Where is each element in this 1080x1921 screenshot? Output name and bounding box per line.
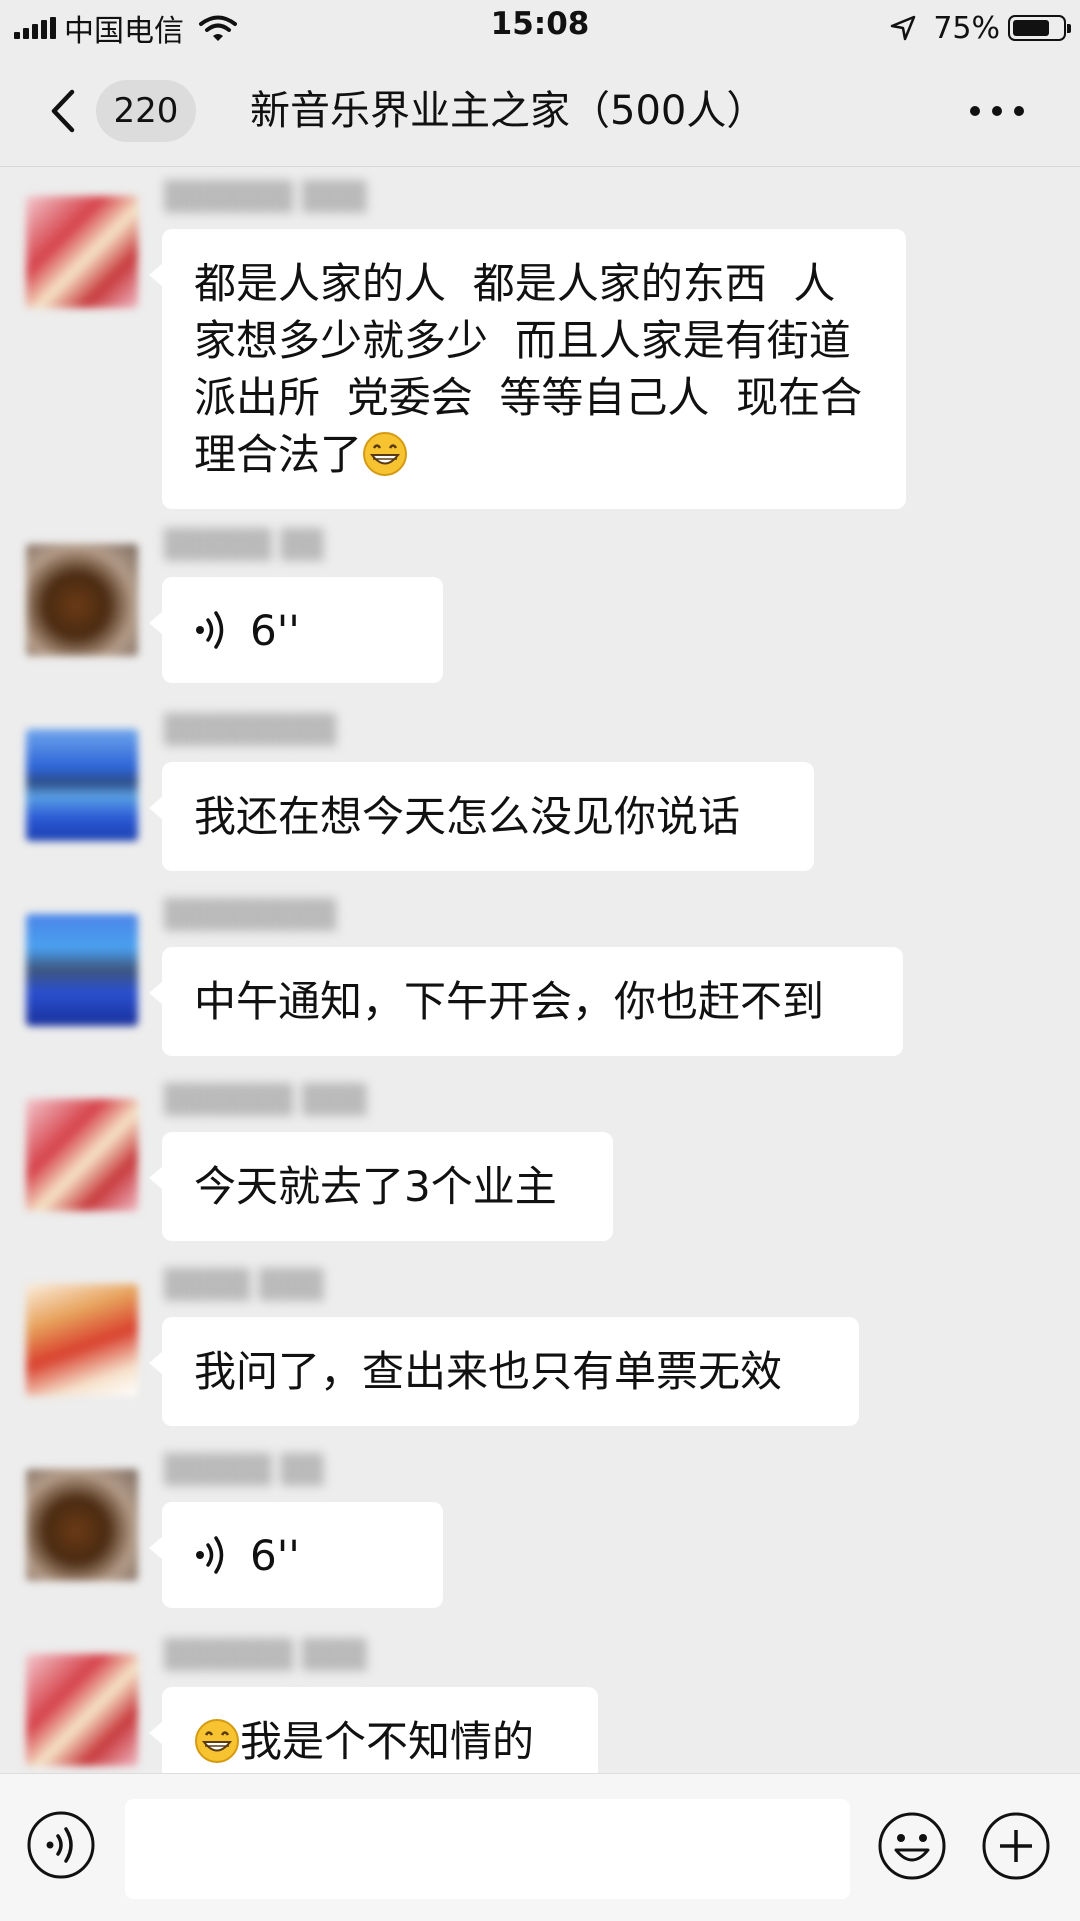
sender-name: ▒▒▒▒▒▒▒▒: [164, 898, 337, 931]
avatar[interactable]: [26, 1654, 138, 1766]
voice-wave-icon: [196, 611, 224, 649]
voice-input-icon[interactable]: [26, 1810, 96, 1880]
plus-circle-icon[interactable]: [980, 1810, 1052, 1882]
message-bubble[interactable]: 我还在想今天怎么没见你说话: [149, 762, 814, 871]
sender-name: ▒▒▒▒▒▒ ▒▒▒: [164, 1083, 367, 1116]
voice-duration: 6'': [250, 605, 300, 655]
message-bubble[interactable]: 我是个不知情的: [149, 1687, 598, 1773]
sender-name: ▒▒▒▒▒ ▒▒: [164, 1453, 324, 1486]
message-bubble[interactable]: 今天就去了3个业主: [149, 1132, 613, 1241]
sender-name: ▒▒▒▒▒▒ ▒▒▒: [164, 180, 367, 213]
voice-wave-icon: [196, 1536, 224, 1574]
message-bubble[interactable]: 我问了，查出来也只有单票无效: [149, 1317, 859, 1426]
message-bubble[interactable]: 都是人家的人 都是人家的东西 人家想多少就多少 而且人家是有街道 派出所 党委会…: [149, 229, 906, 509]
grin-emoji-icon: [195, 1719, 239, 1763]
voice-message-bubble[interactable]: 6'': [149, 577, 443, 683]
avatar[interactable]: [26, 1099, 138, 1211]
message-text: 我问了，查出来也只有单票无效: [194, 1347, 783, 1396]
message-text: 都是人家的人 都是人家的东西 人家想多少就多少 而且人家是有街道 派出所 党委会…: [194, 259, 878, 479]
avatar[interactable]: [26, 914, 138, 1026]
sender-name: ▒▒▒▒▒ ▒▒: [164, 528, 324, 561]
input-bar: [0, 1773, 1080, 1921]
smiley-icon[interactable]: [876, 1810, 948, 1882]
sender-name: ▒▒▒▒▒▒▒▒: [164, 713, 337, 746]
more-dots-icon[interactable]: [966, 96, 1028, 126]
avatar[interactable]: [26, 1284, 138, 1396]
status-bar: 中国电信 15:08 75%: [0, 0, 1080, 56]
message-text: 中午通知，下午开会，你也赶不到: [194, 977, 825, 1026]
voice-duration: 6'': [250, 1530, 300, 1580]
location-arrow-icon: [891, 15, 916, 41]
status-right: 75%: [889, 8, 1071, 48]
avatar[interactable]: [26, 1469, 138, 1581]
message-bubble[interactable]: 中午通知，下午开会，你也赶不到: [149, 947, 903, 1056]
message-text: 我是个不知情的: [240, 1717, 535, 1766]
sender-name: ▒▒▒▒ ▒▒▒: [164, 1268, 324, 1301]
battery-icon: [1008, 15, 1071, 41]
sender-name: ▒▒▒▒▒▒ ▒▒▒: [164, 1638, 367, 1671]
avatar[interactable]: [26, 729, 138, 841]
voice-message-bubble[interactable]: 6'': [149, 1502, 443, 1608]
message-text: 今天就去了3个业主: [194, 1162, 557, 1211]
chat-title: 新音乐界业主之家（500人）: [250, 88, 767, 134]
avatar[interactable]: [26, 196, 138, 308]
message-input[interactable]: [125, 1799, 850, 1899]
avatar[interactable]: [26, 544, 138, 656]
unread-count-badge[interactable]: 220: [96, 80, 196, 142]
battery-percent: 75%: [933, 10, 1000, 46]
battery-fill: [1013, 20, 1049, 36]
grin-emoji-icon: [363, 432, 408, 476]
nav-bar: 220 新音乐界业主之家（500人）: [0, 56, 1080, 167]
message-list[interactable]: ▒▒▒▒▒▒ ▒▒▒ 都是人家的人 都是人家的东西 人家想多少就多少 而且人家是…: [0, 167, 1080, 1773]
message-text: 我还在想今天怎么没见你说话: [194, 792, 741, 841]
chevron-left-icon[interactable]: [44, 84, 84, 138]
